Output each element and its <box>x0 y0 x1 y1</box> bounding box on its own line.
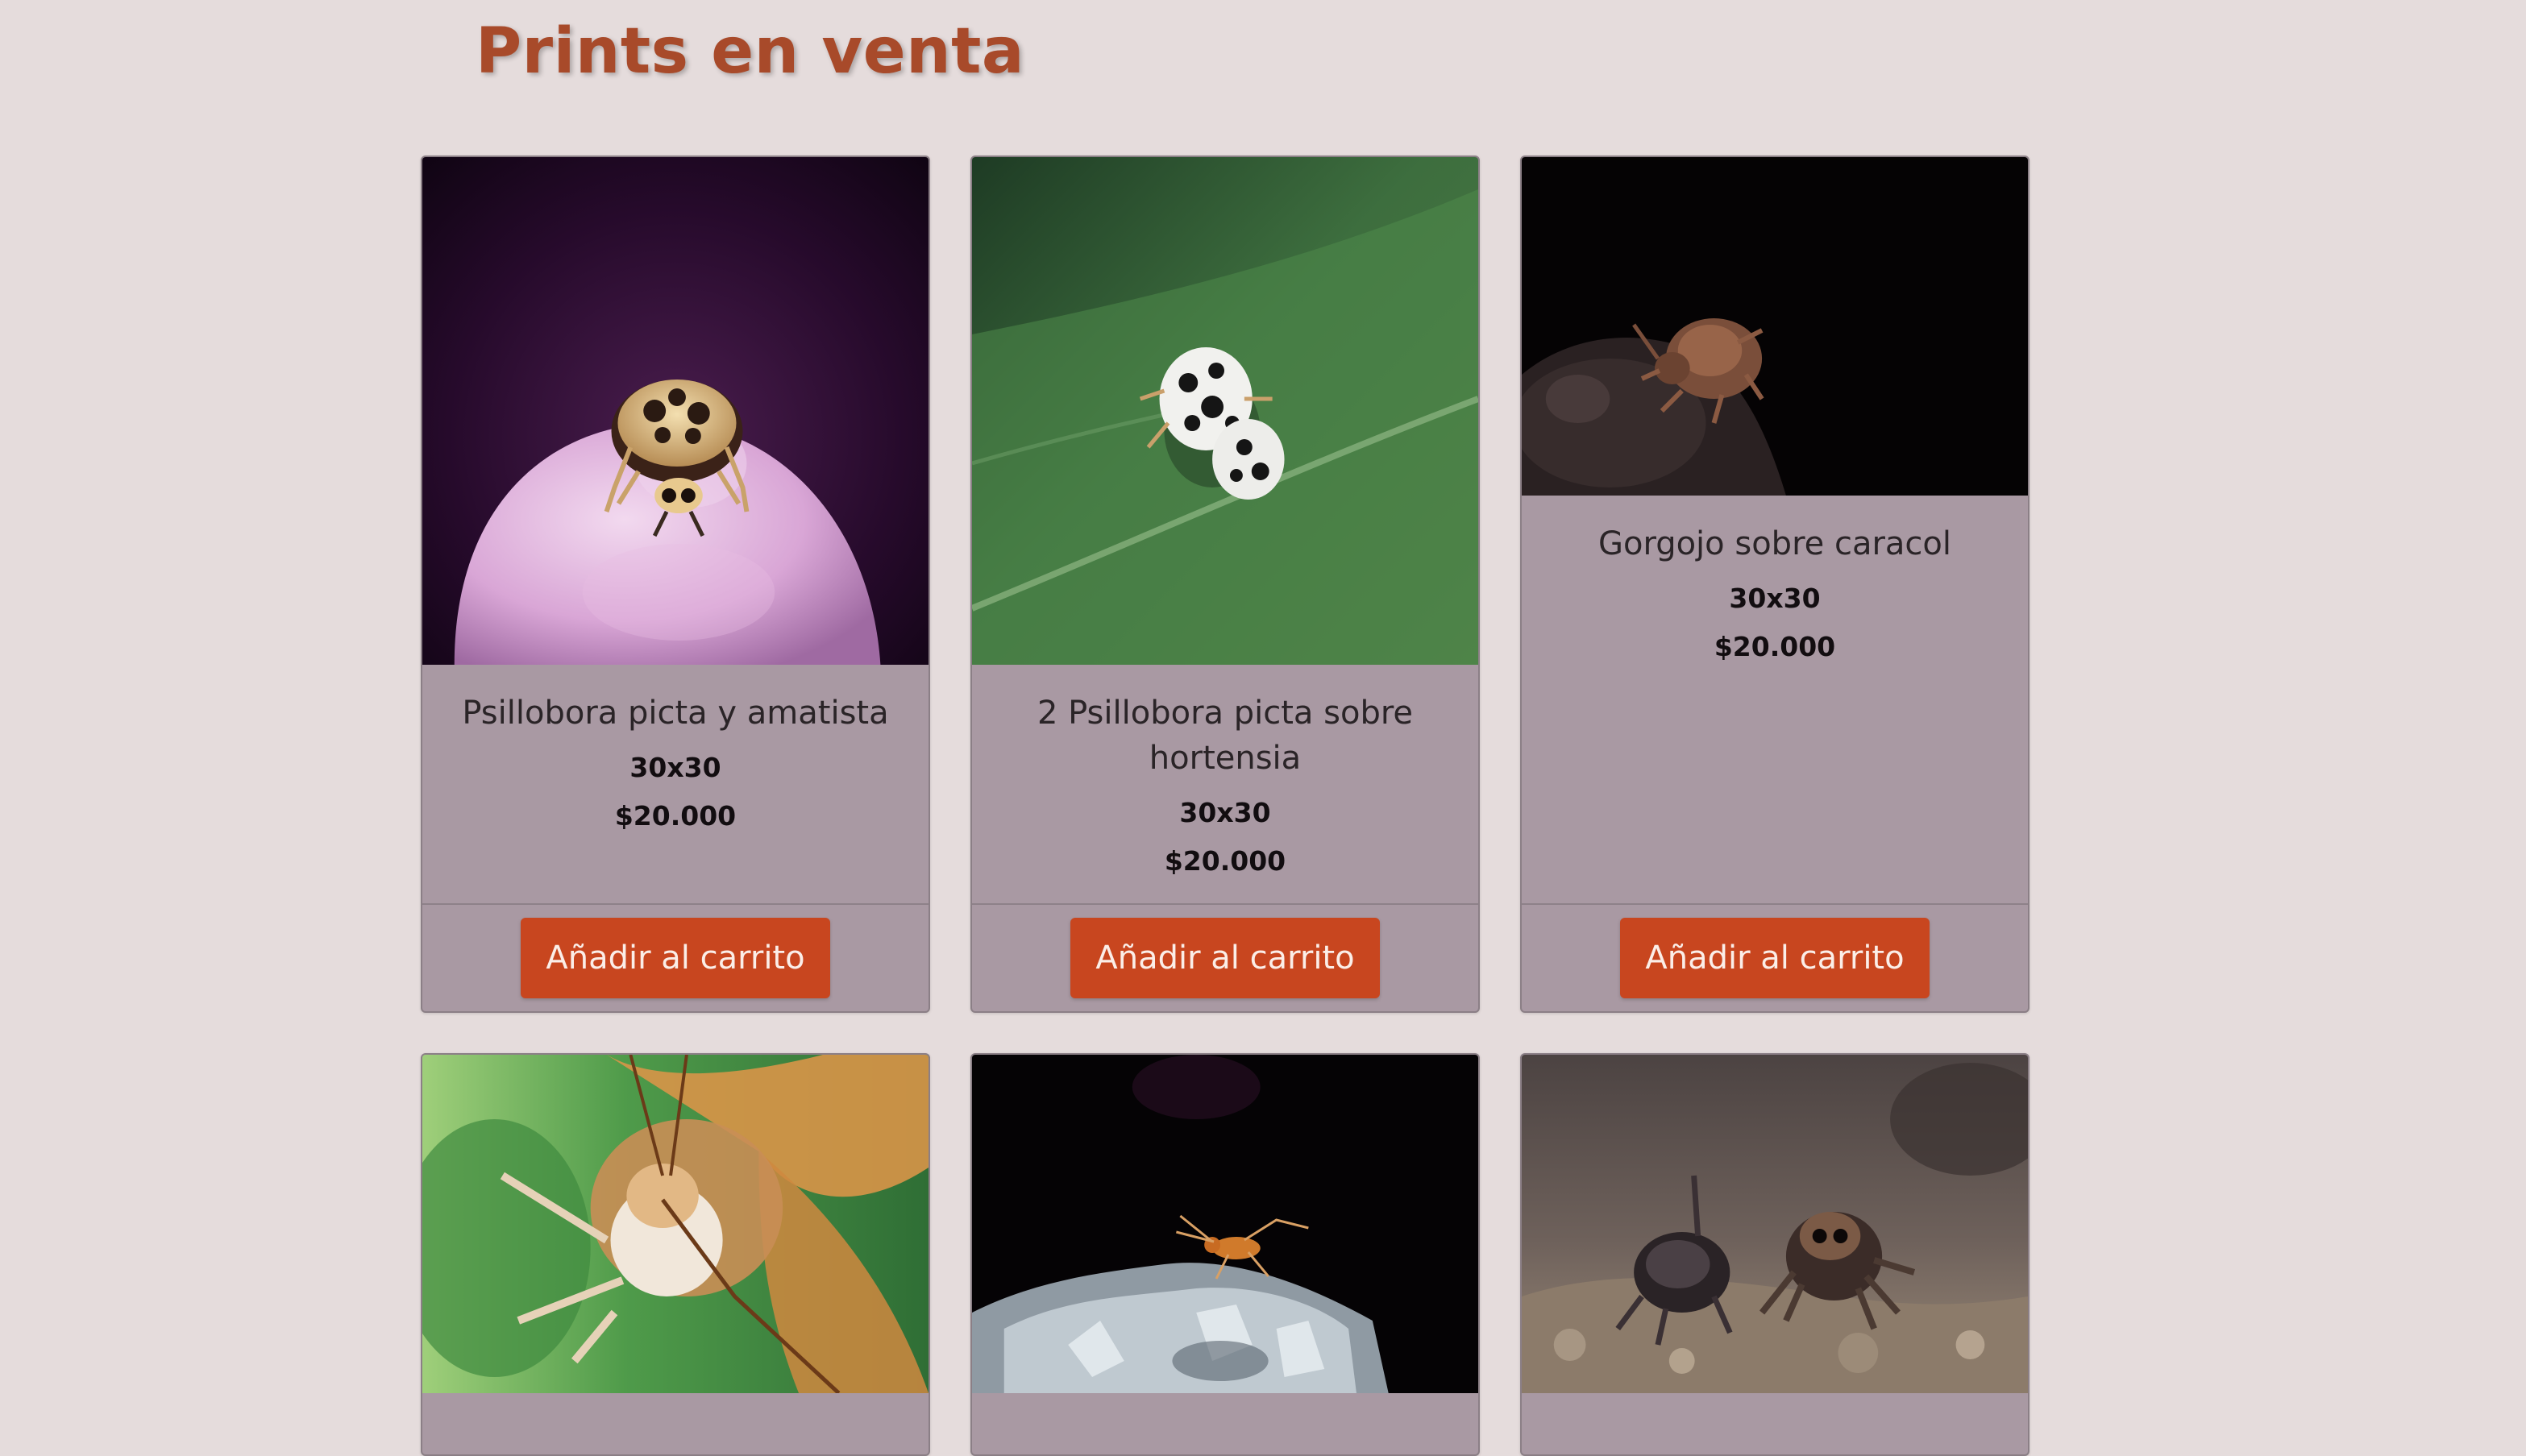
product-image-butterfly[interactable] <box>422 1055 929 1393</box>
product-price: $20.000 <box>614 800 737 832</box>
product-image-ladybug-amethyst[interactable] <box>422 157 929 665</box>
product-card <box>1520 1053 2030 1456</box>
product-card: 2 Psillobora picta sobre hortensia 30x30… <box>970 156 1480 1013</box>
card-footer: Añadir al carrito <box>972 903 1478 1011</box>
product-image-jumping-spiders[interactable] <box>1522 1055 2028 1393</box>
product-size: 30x30 <box>629 752 721 783</box>
product-card: Gorgojo sobre caracol 30x30 $20.000 Añad… <box>1520 156 2030 1013</box>
card-footer: Añadir al carrito <box>1522 903 2028 1011</box>
product-card <box>970 1053 1480 1456</box>
product-image-ladybugs-leaf[interactable] <box>972 157 1478 665</box>
add-to-cart-button[interactable]: Añadir al carrito <box>521 918 830 998</box>
product-price: $20.000 <box>1164 845 1286 877</box>
product-size: 30x30 <box>1729 583 1821 614</box>
add-to-cart-button[interactable]: Añadir al carrito <box>1070 918 1380 998</box>
add-to-cart-button[interactable]: Añadir al carrito <box>1620 918 1930 998</box>
product-card: Psillobora picta y amatista 30x30 $20.00… <box>421 156 930 1013</box>
product-card <box>421 1053 930 1456</box>
product-image-insect-crystal[interactable] <box>972 1055 1478 1393</box>
page-title: Prints en venta <box>476 15 1025 88</box>
product-image-weevil-snail[interactable] <box>1522 157 2028 496</box>
product-size: 30x30 <box>1179 797 1271 828</box>
product-title: Gorgojo sobre caracol <box>1597 525 1951 562</box>
product-title: Psillobora picta y amatista <box>462 695 889 732</box>
product-title: 2 Psillobora picta sobre hortensia <box>1037 695 1414 777</box>
product-price: $20.000 <box>1714 631 1836 662</box>
card-footer: Añadir al carrito <box>422 903 929 1011</box>
